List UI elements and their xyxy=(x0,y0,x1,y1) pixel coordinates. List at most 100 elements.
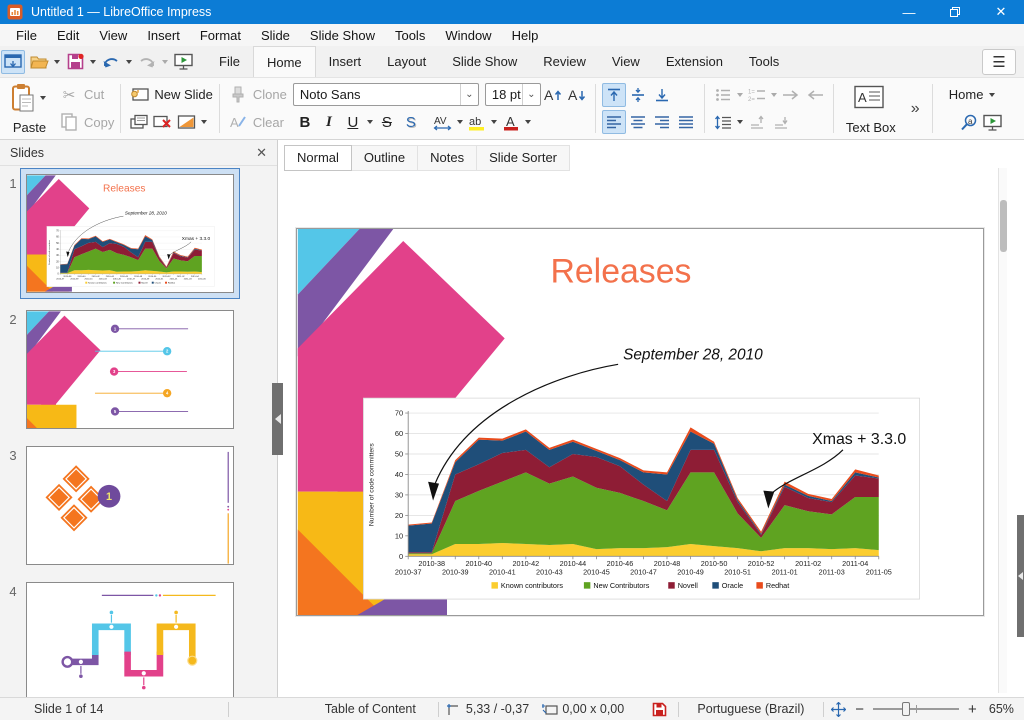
redo-dropdown[interactable] xyxy=(162,60,168,64)
open-dropdown[interactable] xyxy=(54,60,60,64)
menu-format[interactable]: Format xyxy=(190,26,251,45)
restore-button[interactable] xyxy=(932,0,978,24)
menu-file[interactable]: File xyxy=(6,26,47,45)
italic-button[interactable]: I xyxy=(317,110,341,134)
align-center-button[interactable] xyxy=(626,110,650,134)
start-presentation-button[interactable] xyxy=(981,110,1005,134)
promote-button[interactable] xyxy=(803,83,827,107)
nbtab-file[interactable]: File xyxy=(206,46,253,77)
nbtab-tools[interactable]: Tools xyxy=(736,46,792,77)
font-color-button[interactable]: A xyxy=(499,110,523,134)
menu-tools[interactable]: Tools xyxy=(385,26,435,45)
document-modified-indicator[interactable] xyxy=(641,702,678,717)
undo-dropdown[interactable] xyxy=(126,60,132,64)
view-tab-notes[interactable]: Notes xyxy=(418,145,477,171)
menu-slide[interactable]: Slide xyxy=(251,26,300,45)
numbered-list-button[interactable]: 1=2= xyxy=(745,83,769,107)
nbtab-view[interactable]: View xyxy=(599,46,653,77)
paste-button[interactable] xyxy=(8,82,38,114)
numbered-list-dropdown[interactable] xyxy=(771,93,777,97)
slide-thumbnail-3[interactable]: 1 xyxy=(26,446,234,565)
save-dropdown[interactable] xyxy=(90,60,96,64)
nbtab-extension[interactable]: Extension xyxy=(653,46,736,77)
vertical-scrollbar[interactable] xyxy=(998,168,1007,693)
shadow-button[interactable]: S xyxy=(399,110,423,134)
paste-dropdown[interactable] xyxy=(40,96,46,100)
increase-paragraph-spacing-button[interactable] xyxy=(745,110,769,134)
delete-slide-button[interactable] xyxy=(151,110,175,134)
undo-button[interactable] xyxy=(99,50,123,74)
grow-font-button[interactable]: A xyxy=(541,83,565,107)
hamburger-menu-button[interactable]: ☰ xyxy=(982,49,1016,75)
strikethrough-button[interactable]: S xyxy=(375,110,399,134)
underline-dropdown[interactable] xyxy=(367,120,373,124)
menu-view[interactable]: View xyxy=(89,26,137,45)
duplicate-slide-button[interactable] xyxy=(127,110,151,134)
font-color-dropdown[interactable] xyxy=(525,120,531,124)
bullet-list-button[interactable] xyxy=(711,83,735,107)
insert-textbox-button[interactable]: A xyxy=(851,82,887,112)
font-size-combobox[interactable]: 18 pt ⌄ xyxy=(485,83,541,106)
menu-insert[interactable]: Insert xyxy=(137,26,190,45)
cut-button[interactable]: ✂ Cut xyxy=(57,81,114,109)
highlight-color-button[interactable]: ab xyxy=(465,110,489,134)
fit-slide-button[interactable] xyxy=(824,702,854,717)
save-button[interactable] xyxy=(63,50,87,74)
nbtab-home[interactable]: Home xyxy=(253,46,316,77)
language-selector[interactable]: Portuguese (Brazil) xyxy=(679,702,823,716)
zoom-level[interactable]: 65% xyxy=(979,702,1024,716)
scrollbar-thumb[interactable] xyxy=(1000,200,1007,252)
slide-canvas[interactable]: Releases0102030405060702010-372010-38201… xyxy=(296,228,984,616)
align-vcenter-button[interactable] xyxy=(626,83,650,107)
nbtab-insert[interactable]: Insert xyxy=(316,46,375,77)
sidebar-show-handle[interactable] xyxy=(1017,515,1024,637)
font-size-dropdown[interactable]: ⌄ xyxy=(522,84,540,105)
menu-window[interactable]: Window xyxy=(435,26,501,45)
open-button[interactable] xyxy=(27,50,51,74)
redo-button[interactable] xyxy=(135,50,159,74)
panel-collapse-handle[interactable] xyxy=(272,383,283,455)
menu-slide-show[interactable]: Slide Show xyxy=(300,26,385,45)
zoom-track[interactable] xyxy=(873,708,959,710)
slide-properties-dropdown[interactable] xyxy=(201,120,207,124)
slide-properties-button[interactable] xyxy=(175,110,199,134)
slides-panel-close-icon[interactable]: ✕ xyxy=(256,145,267,161)
character-spacing-dropdown[interactable] xyxy=(457,120,463,124)
decrease-paragraph-spacing-button[interactable] xyxy=(769,110,793,134)
minimize-button[interactable]: — xyxy=(886,0,932,24)
clear-formatting-button[interactable]: A Clear xyxy=(226,109,287,137)
demote-button[interactable] xyxy=(779,83,803,107)
nbtab-slide-show[interactable]: Slide Show xyxy=(439,46,530,77)
line-spacing-button[interactable] xyxy=(711,110,735,134)
justify-button[interactable] xyxy=(674,110,698,134)
zoom-knob[interactable] xyxy=(902,702,910,716)
nbtab-review[interactable]: Review xyxy=(530,46,599,77)
bullet-list-dropdown[interactable] xyxy=(737,93,743,97)
slide-thumbnail-4[interactable] xyxy=(26,582,234,697)
bold-button[interactable]: B xyxy=(293,110,317,134)
align-right-button[interactable] xyxy=(650,110,674,134)
align-left-button[interactable] xyxy=(602,110,626,134)
view-tab-normal[interactable]: Normal xyxy=(284,145,352,171)
align-bottom-button[interactable] xyxy=(650,83,674,107)
copy-button[interactable]: Copy xyxy=(57,109,114,137)
layout-name[interactable]: Table of Content xyxy=(229,702,438,716)
highlight-color-dropdown[interactable] xyxy=(491,120,497,124)
slide-thumbnail-2[interactable]: 12345 xyxy=(26,310,234,429)
nbtab-layout[interactable]: Layout xyxy=(374,46,439,77)
slide-thumbnail-1[interactable]: Releases0102030405060702010-372010-38201… xyxy=(26,174,234,293)
shrink-font-button[interactable]: A xyxy=(565,83,589,107)
zoom-in-button[interactable]: + xyxy=(966,701,979,718)
clone-formatting-button[interactable]: Clone xyxy=(226,81,287,109)
menu-edit[interactable]: Edit xyxy=(47,26,89,45)
font-name-dropdown[interactable]: ⌄ xyxy=(460,84,478,105)
close-button[interactable]: ✕ xyxy=(978,0,1024,24)
menu-help[interactable]: Help xyxy=(502,26,549,45)
start-slideshow-quick-button[interactable] xyxy=(171,50,195,74)
underline-button[interactable]: U xyxy=(341,110,365,134)
zoom-out-button[interactable]: − xyxy=(853,701,866,718)
new-slide-button[interactable]: New Slide xyxy=(127,81,213,109)
context-selector[interactable]: Home xyxy=(939,81,1005,109)
character-spacing-button[interactable]: AV xyxy=(431,110,455,134)
view-tab-slide-sorter[interactable]: Slide Sorter xyxy=(477,145,570,171)
